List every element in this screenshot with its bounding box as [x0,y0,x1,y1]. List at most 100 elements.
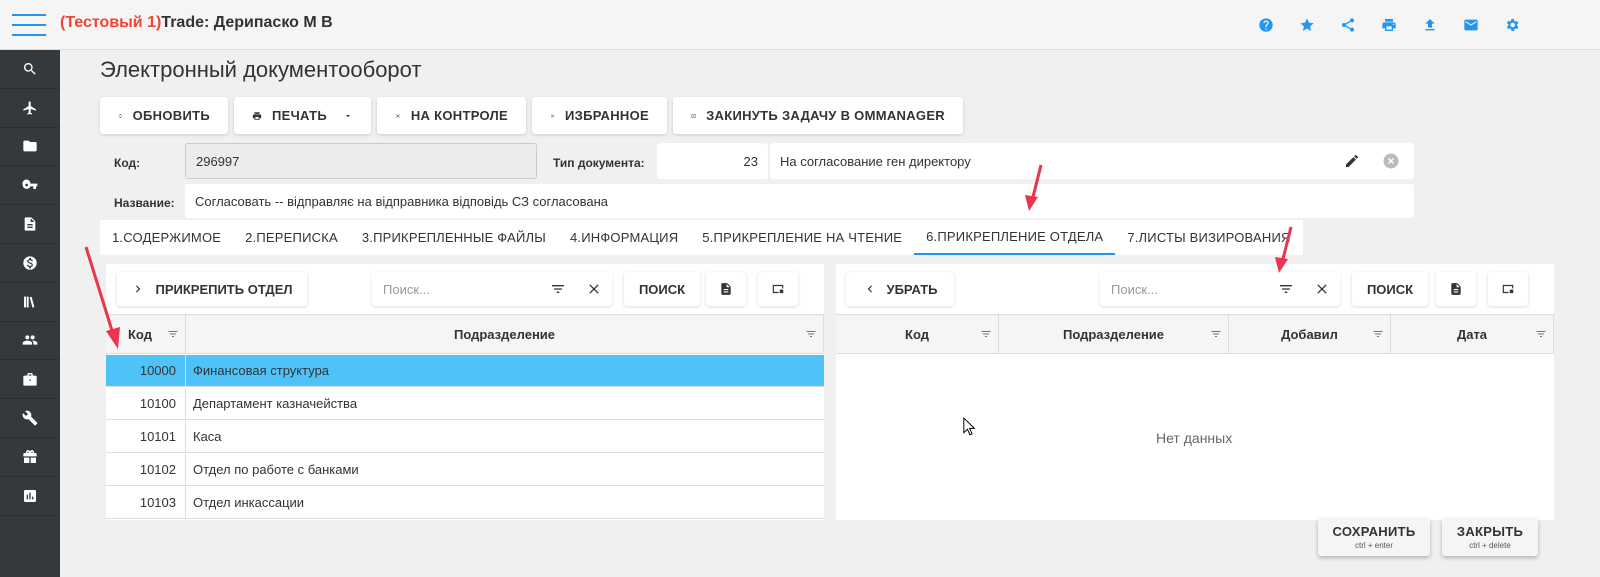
print-icon [252,111,262,120]
remove-button[interactable]: УБРАТЬ [846,272,954,306]
attach-department-button[interactable]: ПРИКРЕПИТЬ ОТДЕЛ [117,272,307,306]
tab-attach-department[interactable]: 6.ПРИКРЕПЛЕНИЕ ОТДЕЛА [914,220,1116,255]
close-button[interactable]: ЗАКРЫТЬ ctrl + delete [1442,518,1538,556]
right-panel: УБРАТЬ ПОИСК Код Подразделение Добавил Д… [836,264,1554,520]
refresh-button[interactable]: ОБНОВИТЬ [100,97,228,134]
column-chooser-icon [1502,284,1514,294]
table-row[interactable]: 10101 Каса [106,421,824,453]
people-icon[interactable] [0,322,60,361]
left-panel: ПРИКРЕПИТЬ ОТДЕЛ ПОИСК Код Подразделение… [106,264,824,520]
settings-icon[interactable] [1502,15,1522,35]
column-header-date[interactable]: Дата [1391,315,1554,354]
clear-icon[interactable] [1382,152,1400,170]
search-button[interactable]: ПОИСК [624,272,700,306]
table-row[interactable]: 10103 Отдел инкассации [106,487,824,519]
ommanager-label: ЗАКИНУТЬ ЗАДАЧУ В OMMANAGER [706,108,945,123]
code-label: Код: [114,156,141,170]
close-icon [396,113,400,118]
save-shortcut: ctrl + enter [1354,541,1393,550]
save-button[interactable]: СОХРАНИТЬ ctrl + enter [1318,518,1430,556]
tab-correspondence[interactable]: 2.ПЕРЕПИСКА [233,220,350,255]
export-excel-button[interactable] [706,272,746,306]
wrench-icon[interactable] [0,399,60,438]
help-icon[interactable] [1256,15,1276,35]
attach-department-label: ПРИКРЕПИТЬ ОТДЕЛ [155,281,293,297]
edit-icon[interactable] [1344,153,1360,169]
right-search [1100,272,1340,306]
mail-icon[interactable] [1461,15,1481,35]
filter-icon[interactable] [1372,328,1384,340]
test-environment-label: (Тестовый 1) [60,14,162,31]
tab-attached-files[interactable]: 3.ПРИКРЕПЛЕННЫЕ ФАЙЛЫ [350,220,558,255]
refresh-icon [118,113,122,118]
filter-icon[interactable] [1535,328,1547,340]
briefcase-icon[interactable] [0,360,60,400]
print-icon[interactable] [1379,15,1399,35]
tab-information[interactable]: 4.ИНФОРМАЦИЯ [558,220,690,255]
on-control-label: НА КОНТРОЛЕ [410,108,508,123]
folder-icon[interactable] [0,128,60,167]
tab-attach-reading[interactable]: 5.ПРИКРЕПЛЕНИЕ НА ЧТЕНИЕ [690,220,914,255]
column-chooser-button[interactable] [758,272,798,306]
star-icon[interactable] [1297,15,1317,35]
page-title: Электронный документооборот [100,57,422,82]
code-field[interactable]: 296997 [185,143,537,179]
doc-type-label: Тип документа: [553,156,645,170]
on-control-button[interactable]: НА КОНТРОЛЕ [377,97,526,134]
filter-icon[interactable] [1278,281,1294,297]
share-icon[interactable] [1338,15,1358,35]
table-row[interactable]: 10100 Департамент казначейства [106,388,824,420]
annotation-arrow [84,246,120,349]
header-actions [1256,15,1522,35]
books-icon[interactable] [0,283,60,322]
name-field[interactable]: Согласовать -- відправляє на відправника… [185,184,1414,218]
search-button[interactable]: ПОИСК [1352,272,1428,306]
column-header-added-by[interactable]: Добавил [1229,315,1391,354]
clear-search-icon[interactable] [1314,281,1330,297]
column-header-department[interactable]: Подразделение [186,315,824,354]
doc-type-code-field[interactable]: 23 [657,143,768,179]
column-header-code[interactable]: Код [836,315,999,354]
chart-icon[interactable] [0,477,60,516]
table-row[interactable]: 10102 Отдел по работе с банками [106,454,824,486]
search-input[interactable] [372,272,544,306]
column-chooser-button[interactable] [1488,272,1528,306]
search-icon[interactable] [0,50,60,89]
plane-icon[interactable] [0,89,60,128]
open-external-icon [691,113,696,118]
filter-icon[interactable] [167,328,179,340]
filter-icon[interactable] [1210,328,1222,340]
doc-type-name-field[interactable]: На согласование ген директору [770,143,1414,179]
filter-icon[interactable] [550,281,566,297]
print-button[interactable]: ПЕЧАТЬ [234,97,371,134]
table-row[interactable]: 10000 Финансовая структура [106,355,824,387]
caret-down-icon [345,114,351,117]
empty-state-text: Нет данных [1156,430,1233,446]
menu-icon[interactable] [12,12,46,38]
annotation-arrow [1025,164,1043,211]
export-excel-button[interactable] [1436,272,1476,306]
ommanager-button[interactable]: ЗАКИНУТЬ ЗАДАЧУ В OMMANAGER [673,97,963,134]
document-icon[interactable] [0,205,60,244]
favorites-button[interactable]: ИЗБРАННОЕ [532,97,667,134]
filter-icon[interactable] [805,328,817,340]
main-toolbar: ОБНОВИТЬ ПЕЧАТЬ НА КОНТРОЛЕ ИЗБРАННОЕ ЗА… [100,97,963,134]
search-input[interactable] [1100,272,1272,306]
column-chooser-icon [772,284,784,294]
upload-icon[interactable] [1420,15,1440,35]
right-grid-header: Код Подразделение Добавил Дата [836,314,1554,354]
remove-label: УБРАТЬ [886,281,938,297]
column-header-department[interactable]: Подразделение [999,315,1229,354]
tab-bar: 1.СОДЕРЖИМОЕ 2.ПЕРЕПИСКА 3.ПРИКРЕПЛЕННЫЕ… [100,220,1303,255]
save-label: СОХРАНИТЬ [1332,524,1416,539]
top-bar: (Тестовый 1)Trade: Дерипаско М В [0,0,1600,50]
mouse-cursor-icon [963,417,976,436]
dollar-icon[interactable] [0,244,60,283]
file-export-icon [1451,283,1461,295]
key-icon[interactable] [0,166,60,206]
file-export-icon [721,283,731,295]
clear-search-icon[interactable] [586,281,602,297]
gift-icon[interactable] [0,438,60,477]
filter-icon[interactable] [980,328,992,340]
close-shortcut: ctrl + delete [1469,541,1511,550]
